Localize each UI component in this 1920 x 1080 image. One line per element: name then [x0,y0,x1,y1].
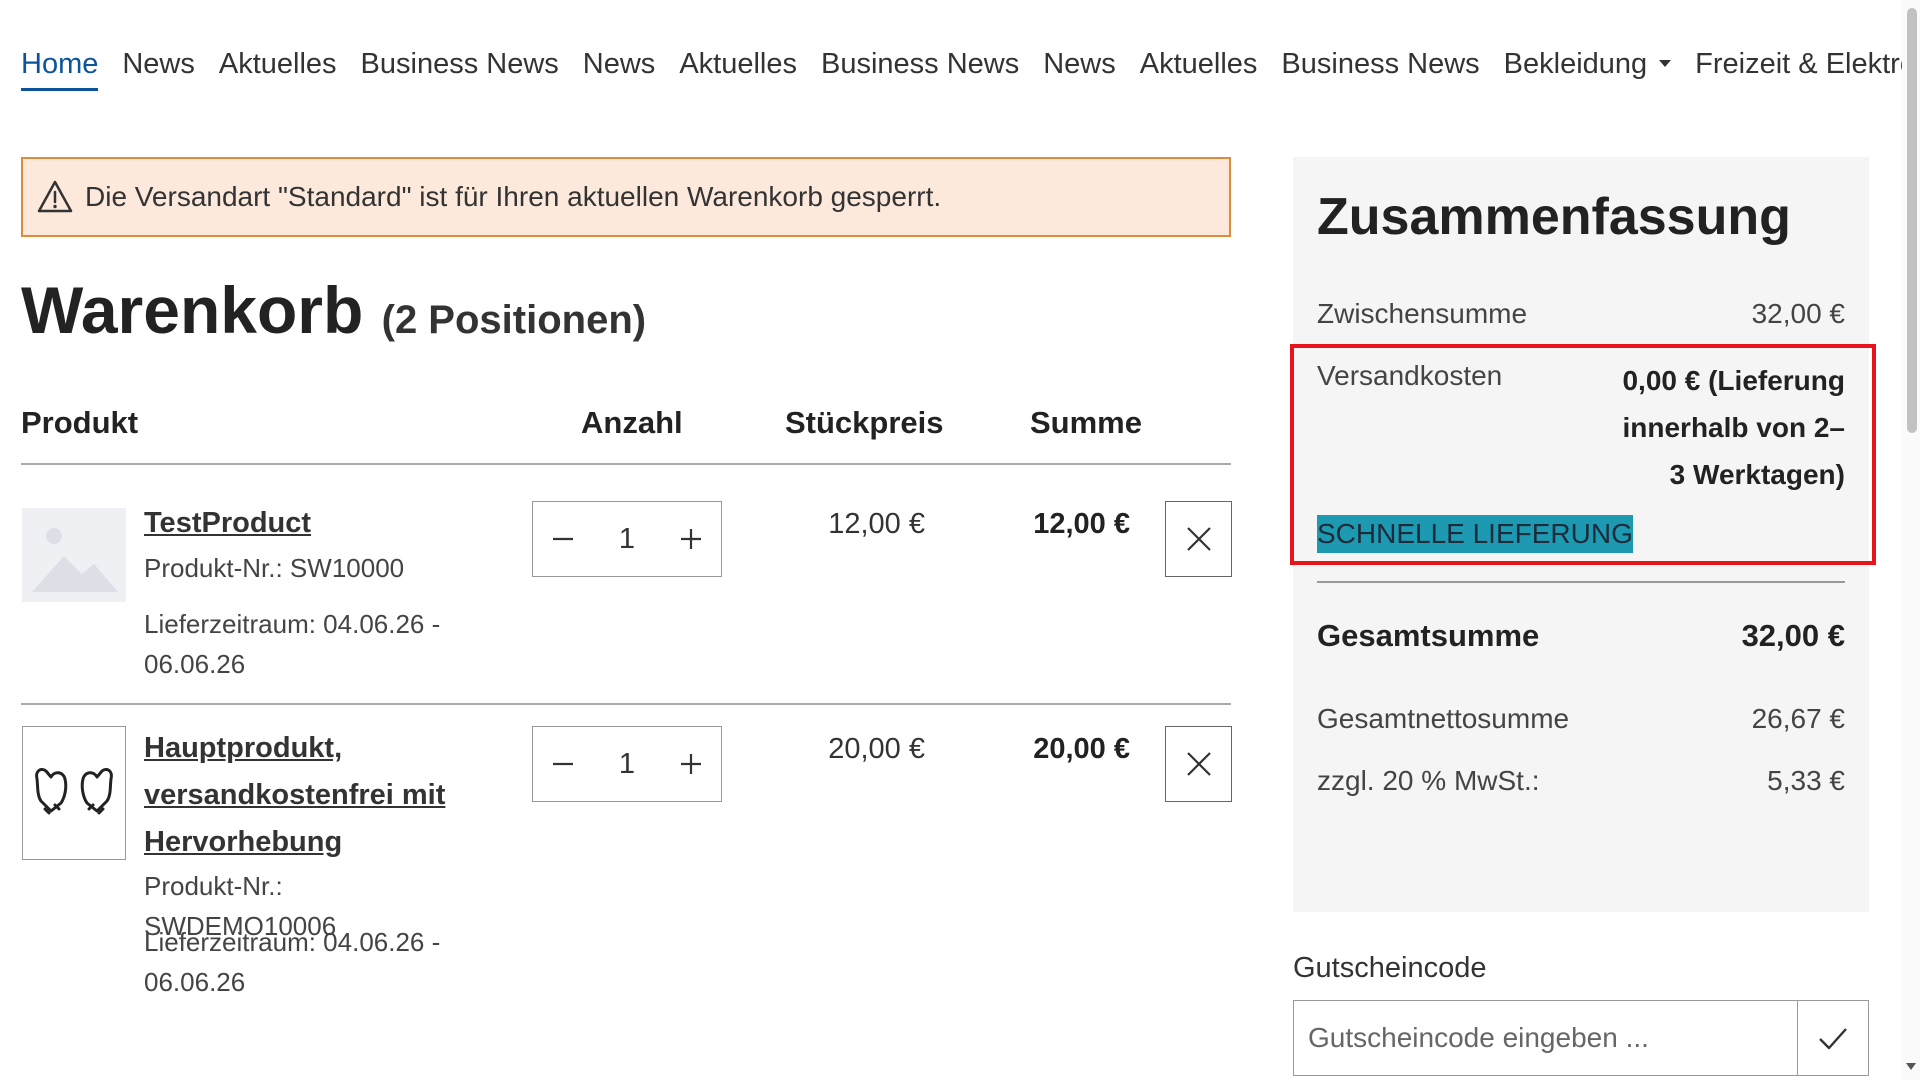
main-navigation: Home News Aktuelles Business News News A… [21,44,1920,91]
nav-item-news[interactable]: News [1031,44,1128,84]
unit-price: 12,00 € [828,508,925,540]
voucher-label: Gutscheincode [1293,952,1487,984]
voucher-code-input[interactable] [1294,1001,1797,1075]
cart-title: Warenkorb [21,273,364,347]
apply-voucher-button[interactable] [1797,1001,1868,1075]
warning-icon [37,180,73,213]
nav-item-business-news[interactable]: Business News [809,44,1031,84]
decrease-quantity-button[interactable] [533,502,593,576]
shipping-highlight-box [1290,344,1876,565]
close-icon [1186,527,1211,551]
cart-item-count: (2 Positionen) [381,298,647,342]
decrease-quantity-button[interactable] [533,727,593,801]
nav-item-aktuelles[interactable]: Aktuelles [1128,44,1270,84]
table-header-divider [21,463,1231,465]
product-delivery-period: Lieferzeitraum: 04.06.26 - 06.06.26 [144,609,441,679]
line-total: 20,00 € [1033,733,1130,765]
plus-icon [681,754,701,774]
minus-icon [553,762,573,766]
nav-item-aktuelles[interactable]: Aktuelles [667,44,809,84]
product-sku: Produkt-Nr.: SW10000 [144,553,405,583]
quantity-value[interactable]: 1 [593,748,661,781]
gloves-icon [35,767,113,815]
alert-text: Die Versandart "Standard" ist für Ihren … [85,181,942,212]
nav-item-label: Bekleidung [1503,48,1648,80]
column-header-total: Summe [1030,405,1142,440]
page-title: Warenkorb (2 Positionen) [21,272,646,348]
column-header-product: Produkt [21,405,139,440]
tax-label: zzgl. 20 % MwSt.: [1317,765,1540,796]
nav-item-business-news[interactable]: Business News [349,44,571,84]
increase-quantity-button[interactable] [661,502,721,576]
quantity-stepper: 1 [532,501,722,577]
tax-value: 5,33 € [1767,765,1845,796]
line-total: 12,00 € [1033,508,1130,540]
remove-item-button[interactable] [1165,501,1232,577]
checkmark-icon [1819,1028,1847,1050]
increase-quantity-button[interactable] [661,727,721,801]
close-icon [1186,752,1211,776]
grand-total-label: Gesamtsumme [1317,618,1540,653]
summary-title: Zusammenfassung [1317,188,1791,246]
net-total-label: Gesamtnettosumme [1317,703,1570,734]
plus-icon [681,529,701,549]
unit-price: 20,00 € [828,733,925,765]
nav-item-news[interactable]: News [110,44,207,84]
page-scrollbar[interactable] [1902,0,1920,1080]
column-header-quantity: Anzahl [581,405,683,440]
scroll-down-arrow-icon[interactable] [1906,1063,1916,1070]
voucher-form [1293,1000,1869,1076]
product-name-link[interactable]: TestProduct [144,500,464,547]
product-name-link[interactable]: Hauptprodukt, versandkostenfrei mit Herv… [144,725,464,866]
nav-item-aktuelles[interactable]: Aktuelles [207,44,349,84]
shipping-warning-alert: Die Versandart "Standard" ist für Ihren … [21,157,1231,237]
net-total-value: 26,67 € [1751,703,1845,734]
product-image[interactable] [22,726,126,860]
column-header-unit-price: Stückpreis [785,405,944,440]
nav-item-home[interactable]: Home [21,44,110,91]
scrollbar-thumb[interactable] [1907,8,1917,433]
quantity-value[interactable]: 1 [593,523,661,556]
grand-total-value: 32,00 € [1741,618,1845,653]
subtotal-label: Zwischensumme [1317,298,1528,329]
nav-item-news[interactable]: News [571,44,668,84]
remove-item-button[interactable] [1165,726,1232,802]
chevron-down-icon [1659,59,1672,67]
subtotal-value: 32,00 € [1751,298,1845,329]
nav-item-business-news[interactable]: Business News [1269,44,1491,84]
product-delivery-period: Lieferzeitraum: 04.06.26 - 06.06.26 [144,927,441,997]
product-image[interactable] [22,508,126,602]
summary-divider [1317,581,1845,583]
minus-icon [553,537,573,541]
placeholder-image-icon [22,508,126,602]
nav-item-bekleidung[interactable]: Bekleidung [1492,44,1684,84]
nav-item-freizeit-elektro[interactable]: Freizeit & Elektro [1683,44,1920,84]
row-divider [21,703,1231,705]
quantity-stepper: 1 [532,726,722,802]
